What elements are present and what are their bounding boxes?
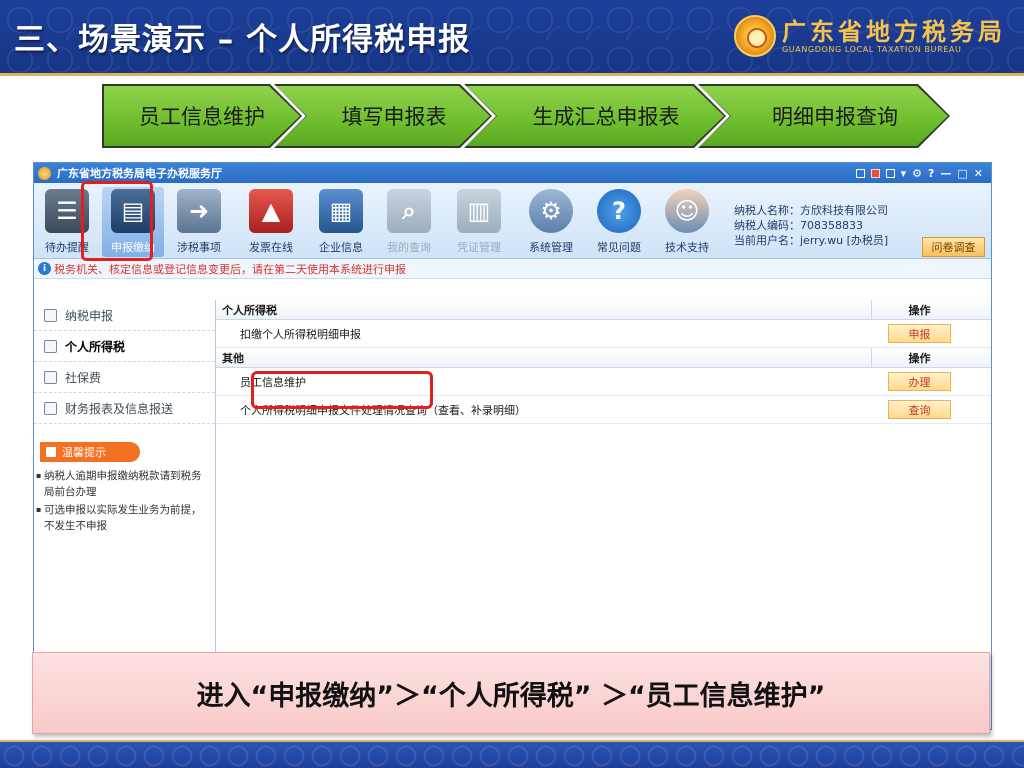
tips-title: 温馨提示 bbox=[62, 446, 106, 459]
operation-header: 操作 bbox=[871, 300, 967, 319]
toolbar-label: 我的查询 bbox=[387, 241, 431, 254]
document-icon bbox=[44, 370, 57, 384]
step-label: 生成汇总申报表 bbox=[466, 86, 724, 146]
bureau-name-cn: 广东省地方税务局 bbox=[782, 17, 1006, 46]
section-title: 其他 bbox=[222, 351, 244, 365]
tip-item: 可选申报以实际发生业务为前提，不发生不申报 bbox=[36, 502, 211, 534]
tax-service-window: 广东省地方税务局电子办税服务厅 ▾ ⚙ ? — □ ✕ ☰ 待办提醒 ▤ 申报缴… bbox=[33, 162, 992, 730]
declare-button[interactable]: 申报 bbox=[888, 324, 951, 343]
step-detail-query: 明细申报查询 bbox=[698, 84, 950, 148]
toolbar-voucher-mgmt[interactable]: ▥ 凭证管理 bbox=[448, 187, 510, 257]
taxpayer-info: 纳税人名称：方欣科技有限公司 纳税人编码：708358833 当前用户名：jer… bbox=[734, 203, 888, 248]
step-label: 填写申报表 bbox=[276, 86, 490, 146]
notice-bar: i 税务机关、核定信息或登记信息变更后，请在第二天使用本系统进行申报 bbox=[34, 259, 991, 279]
list-icon bbox=[44, 308, 57, 322]
row-label[interactable]: 扣缴个人所得税明细申报 bbox=[240, 326, 361, 342]
highlight-box-employee-info bbox=[251, 371, 433, 409]
section-title: 个人所得税 bbox=[222, 303, 277, 317]
magnifier-icon: ⌕ bbox=[387, 189, 431, 233]
help-icon[interactable]: ? bbox=[928, 167, 934, 180]
footer-pattern bbox=[0, 742, 1024, 768]
document-arrow-icon: ➜ bbox=[177, 189, 221, 233]
toolbar-label: 系统管理 bbox=[529, 241, 573, 254]
window-controls: ▾ ⚙ ? — □ ✕ bbox=[855, 167, 991, 180]
tips-list: 纳税人逾期申报缴纳税款请到税务局前台办理 可选申报以实际发生业务为前提，不发生不… bbox=[36, 468, 211, 534]
toolbar-enterprise-info[interactable]: ▦ 企业信息 bbox=[310, 187, 372, 257]
step-fill-form: 填写申报表 bbox=[274, 84, 492, 148]
sidebar-item-label: 财务报表及信息报送 bbox=[65, 401, 174, 416]
maximize-icon[interactable]: □ bbox=[957, 167, 967, 180]
layout-icon[interactable] bbox=[885, 168, 895, 178]
shirt-icon[interactable]: ▾ bbox=[901, 167, 907, 180]
slide-title: 三、场景演示 – 个人所得税申报 bbox=[14, 22, 471, 58]
sidebar-item-label: 社保费 bbox=[65, 370, 102, 385]
toolbar-label: 凭证管理 bbox=[457, 241, 501, 254]
toolbar-my-query[interactable]: ⌕ 我的查询 bbox=[378, 187, 440, 257]
app-logo-icon bbox=[38, 166, 51, 180]
step-generate-summary: 生成汇总申报表 bbox=[464, 84, 726, 148]
tip-item: 纳税人逾期申报缴纳税款请到税务局前台办理 bbox=[36, 468, 211, 500]
notice-text: 税务机关、核定信息或登记信息变更后，请在第二天使用本系统进行申报 bbox=[54, 262, 406, 276]
theme-icon[interactable] bbox=[870, 168, 880, 178]
support-agent-icon: ☺ bbox=[665, 189, 709, 233]
toolbar-faq[interactable]: ? 常见问题 bbox=[588, 187, 650, 257]
current-user: 当前用户名：jerry.wu [办税员] bbox=[734, 234, 889, 247]
toolbar-label: 常见问题 bbox=[597, 241, 641, 254]
skin-icon[interactable] bbox=[855, 168, 865, 178]
slide-header: 三、场景演示 – 个人所得税申报 广东省地方税务局 GUANGDONG LOCA… bbox=[0, 0, 1024, 76]
section-header-other: 其他 操作 bbox=[216, 348, 991, 368]
survey-button[interactable]: 问卷调查 bbox=[922, 237, 985, 257]
document-icon bbox=[44, 339, 57, 353]
step-label: 明细申报查询 bbox=[700, 86, 948, 146]
handle-button[interactable]: 办理 bbox=[888, 372, 951, 391]
toolbar-system-mgmt[interactable]: ⚙ 系统管理 bbox=[520, 187, 582, 257]
report-icon bbox=[44, 401, 57, 415]
instruction-caption: 进入“申报缴纳”＞“个人所得税” ＞“员工信息维护” bbox=[32, 652, 990, 734]
operation-header: 操作 bbox=[871, 348, 967, 367]
close-icon[interactable]: ✕ bbox=[974, 167, 983, 180]
step-label: 员工信息维护 bbox=[104, 86, 300, 146]
toolbar-label: 涉税事项 bbox=[177, 241, 221, 254]
minimize-icon[interactable]: — bbox=[940, 167, 951, 180]
sidebar-item-label: 纳税申报 bbox=[65, 308, 114, 323]
sidebar-item-financial-reports[interactable]: 财务报表及信息报送 bbox=[34, 393, 215, 424]
window-titlebar: 广东省地方税务局电子办税服务厅 ▾ ⚙ ? — □ ✕ bbox=[34, 163, 991, 183]
toolbar-invoice-online[interactable]: ▲ 发票在线 bbox=[240, 187, 302, 257]
sidebar-item-personal-income-tax[interactable]: 个人所得税 bbox=[34, 331, 215, 362]
bureau-name-en: GUANGDONG LOCAL TAXATION BUREAU bbox=[782, 44, 962, 54]
question-icon: ? bbox=[597, 189, 641, 233]
section-header-personal-income-tax: 个人所得税 操作 bbox=[216, 300, 991, 320]
toolbar-label: 技术支持 bbox=[665, 241, 709, 254]
tips-header: 温馨提示 bbox=[40, 442, 140, 462]
header-divider bbox=[0, 73, 1024, 76]
info-icon: i bbox=[38, 262, 51, 275]
highlight-box-declare-pay bbox=[81, 181, 153, 261]
stamp-icon: ▲ bbox=[249, 189, 293, 233]
toolbar-label: 企业信息 bbox=[319, 241, 363, 254]
window-title: 广东省地方税务局电子办税服务厅 bbox=[57, 167, 222, 180]
step-employee-info: 员工信息维护 bbox=[102, 84, 302, 148]
table-row: 扣缴个人所得税明细申报 申报 bbox=[216, 320, 991, 348]
taxpayer-name: 纳税人名称：方欣科技有限公司 bbox=[734, 204, 888, 217]
note-icon bbox=[46, 447, 56, 457]
taxpayer-code: 纳税人编码：708358833 bbox=[734, 219, 863, 232]
gear-icon: ⚙ bbox=[529, 189, 573, 233]
sidebar-item-tax-declare[interactable]: 纳税申报 bbox=[34, 300, 215, 331]
toolbar-tax-matters[interactable]: ➜ 涉税事项 bbox=[168, 187, 230, 257]
main-toolbar: ☰ 待办提醒 ▤ 申报缴纳 ➜ 涉税事项 ▲ 发票在线 ▦ 企业信息 ⌕ 我的查… bbox=[34, 183, 991, 259]
toolbar-label: 发票在线 bbox=[249, 241, 293, 254]
slide-footer bbox=[0, 740, 1024, 768]
bureau-emblem-icon bbox=[734, 15, 776, 57]
bureau-logo: 广东省地方税务局 GUANGDONG LOCAL TAXATION BUREAU bbox=[734, 15, 1006, 57]
settings-icon[interactable]: ⚙ bbox=[912, 167, 922, 180]
building-icon: ▦ bbox=[319, 189, 363, 233]
sidebar-item-label: 个人所得税 bbox=[65, 339, 126, 354]
toolbar-tech-support[interactable]: ☺ 技术支持 bbox=[656, 187, 718, 257]
books-icon: ▥ bbox=[457, 189, 501, 233]
sidebar-item-social-security[interactable]: 社保费 bbox=[34, 362, 215, 393]
query-button[interactable]: 查询 bbox=[888, 400, 951, 419]
